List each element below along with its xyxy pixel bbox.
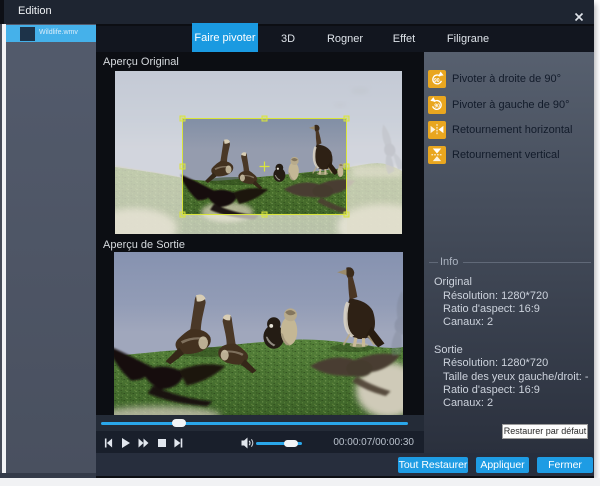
svg-text:90: 90 (434, 78, 440, 84)
svg-text:90: 90 (434, 103, 440, 109)
